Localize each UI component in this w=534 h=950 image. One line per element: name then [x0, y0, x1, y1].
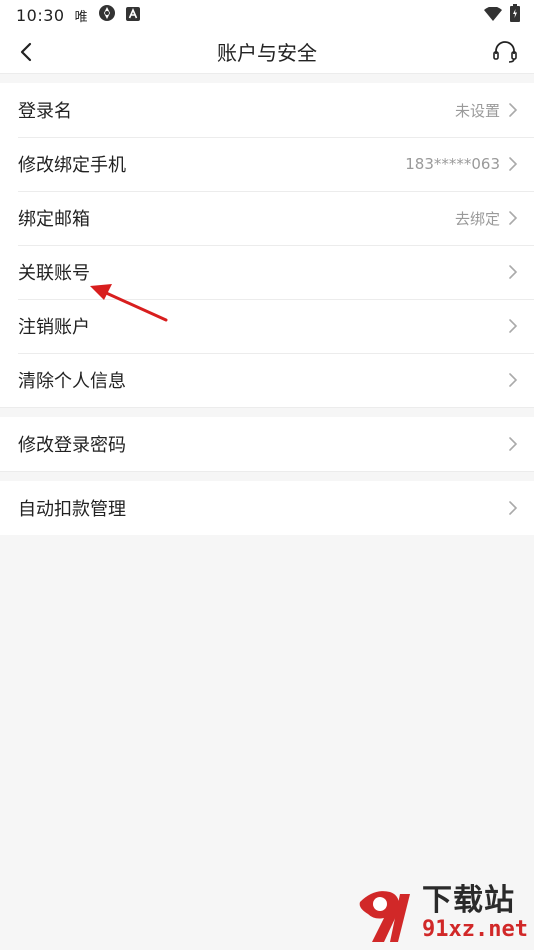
headset-icon	[493, 41, 517, 63]
row-right	[500, 318, 518, 334]
row-label: 关联账号	[18, 263, 90, 284]
row-right	[500, 500, 518, 516]
row-label: 修改登录密码	[18, 435, 126, 456]
status-time: 10:30	[16, 5, 65, 25]
row-right	[500, 436, 518, 452]
watermark-logo-icon	[359, 891, 411, 942]
row-label: 修改绑定手机	[18, 155, 126, 176]
row-label: 注销账户	[18, 317, 90, 338]
app-header: 账户与安全	[0, 30, 534, 74]
row-label: 登录名	[18, 101, 72, 122]
row-right	[500, 264, 518, 280]
a-badge-icon	[125, 6, 140, 25]
row-clear-personal-info[interactable]: 清除个人信息	[0, 353, 534, 407]
status-app-glyph: 唯	[74, 9, 88, 25]
row-value: 去绑定	[454, 209, 500, 228]
chevron-right-icon	[508, 264, 518, 280]
row-linked-accounts[interactable]: 关联账号	[0, 245, 534, 299]
page-title: 账户与安全	[217, 41, 317, 65]
status-right	[484, 4, 520, 26]
row-delete-account[interactable]: 注销账户	[0, 299, 534, 353]
row-auto-debit[interactable]: 自动扣款管理	[0, 481, 534, 535]
chevron-right-icon	[508, 102, 518, 118]
row-value: 183*****063	[405, 155, 500, 173]
chevron-right-icon	[508, 156, 518, 172]
status-left: 10:30 唯	[16, 4, 140, 26]
customer-service-button[interactable]	[490, 37, 520, 67]
chevron-right-icon	[508, 318, 518, 334]
battery-icon	[510, 4, 520, 26]
row-change-phone[interactable]: 修改绑定手机 183*****063	[0, 137, 534, 191]
watermark-title: 下载站	[422, 883, 516, 918]
watermark: 下载站 91xz.net	[354, 882, 528, 946]
payment-group: 自动扣款管理	[0, 481, 534, 535]
watermark-text: 下载站 91xz.net	[422, 885, 528, 943]
password-group: 修改登录密码	[0, 417, 534, 472]
chevron-right-icon	[508, 210, 518, 226]
watermark-url: 91xz.net	[422, 917, 528, 942]
row-bind-email[interactable]: 绑定邮箱 去绑定	[0, 191, 534, 245]
wifi-icon	[484, 5, 502, 25]
row-value: 未设置	[454, 101, 500, 120]
status-bar: 10:30 唯	[0, 0, 534, 30]
row-label: 清除个人信息	[18, 371, 126, 392]
back-button[interactable]	[12, 38, 40, 66]
row-right	[500, 372, 518, 388]
row-right: 未设置	[455, 100, 518, 121]
chevron-right-icon	[508, 372, 518, 388]
row-login-name[interactable]: 登录名 未设置	[0, 83, 534, 137]
row-right: 183*****063	[405, 155, 518, 173]
chevron-right-icon	[508, 436, 518, 452]
account-group: 登录名 未设置 修改绑定手机 183*****063 绑定邮箱 去绑定 关联账号…	[0, 83, 534, 408]
unknown-app-icon	[98, 4, 116, 26]
row-label: 自动扣款管理	[18, 499, 126, 520]
row-change-password[interactable]: 修改登录密码	[0, 417, 534, 471]
chevron-left-icon	[20, 42, 32, 62]
chevron-right-icon	[508, 500, 518, 516]
row-right: 去绑定	[455, 208, 518, 229]
row-label: 绑定邮箱	[18, 209, 90, 230]
